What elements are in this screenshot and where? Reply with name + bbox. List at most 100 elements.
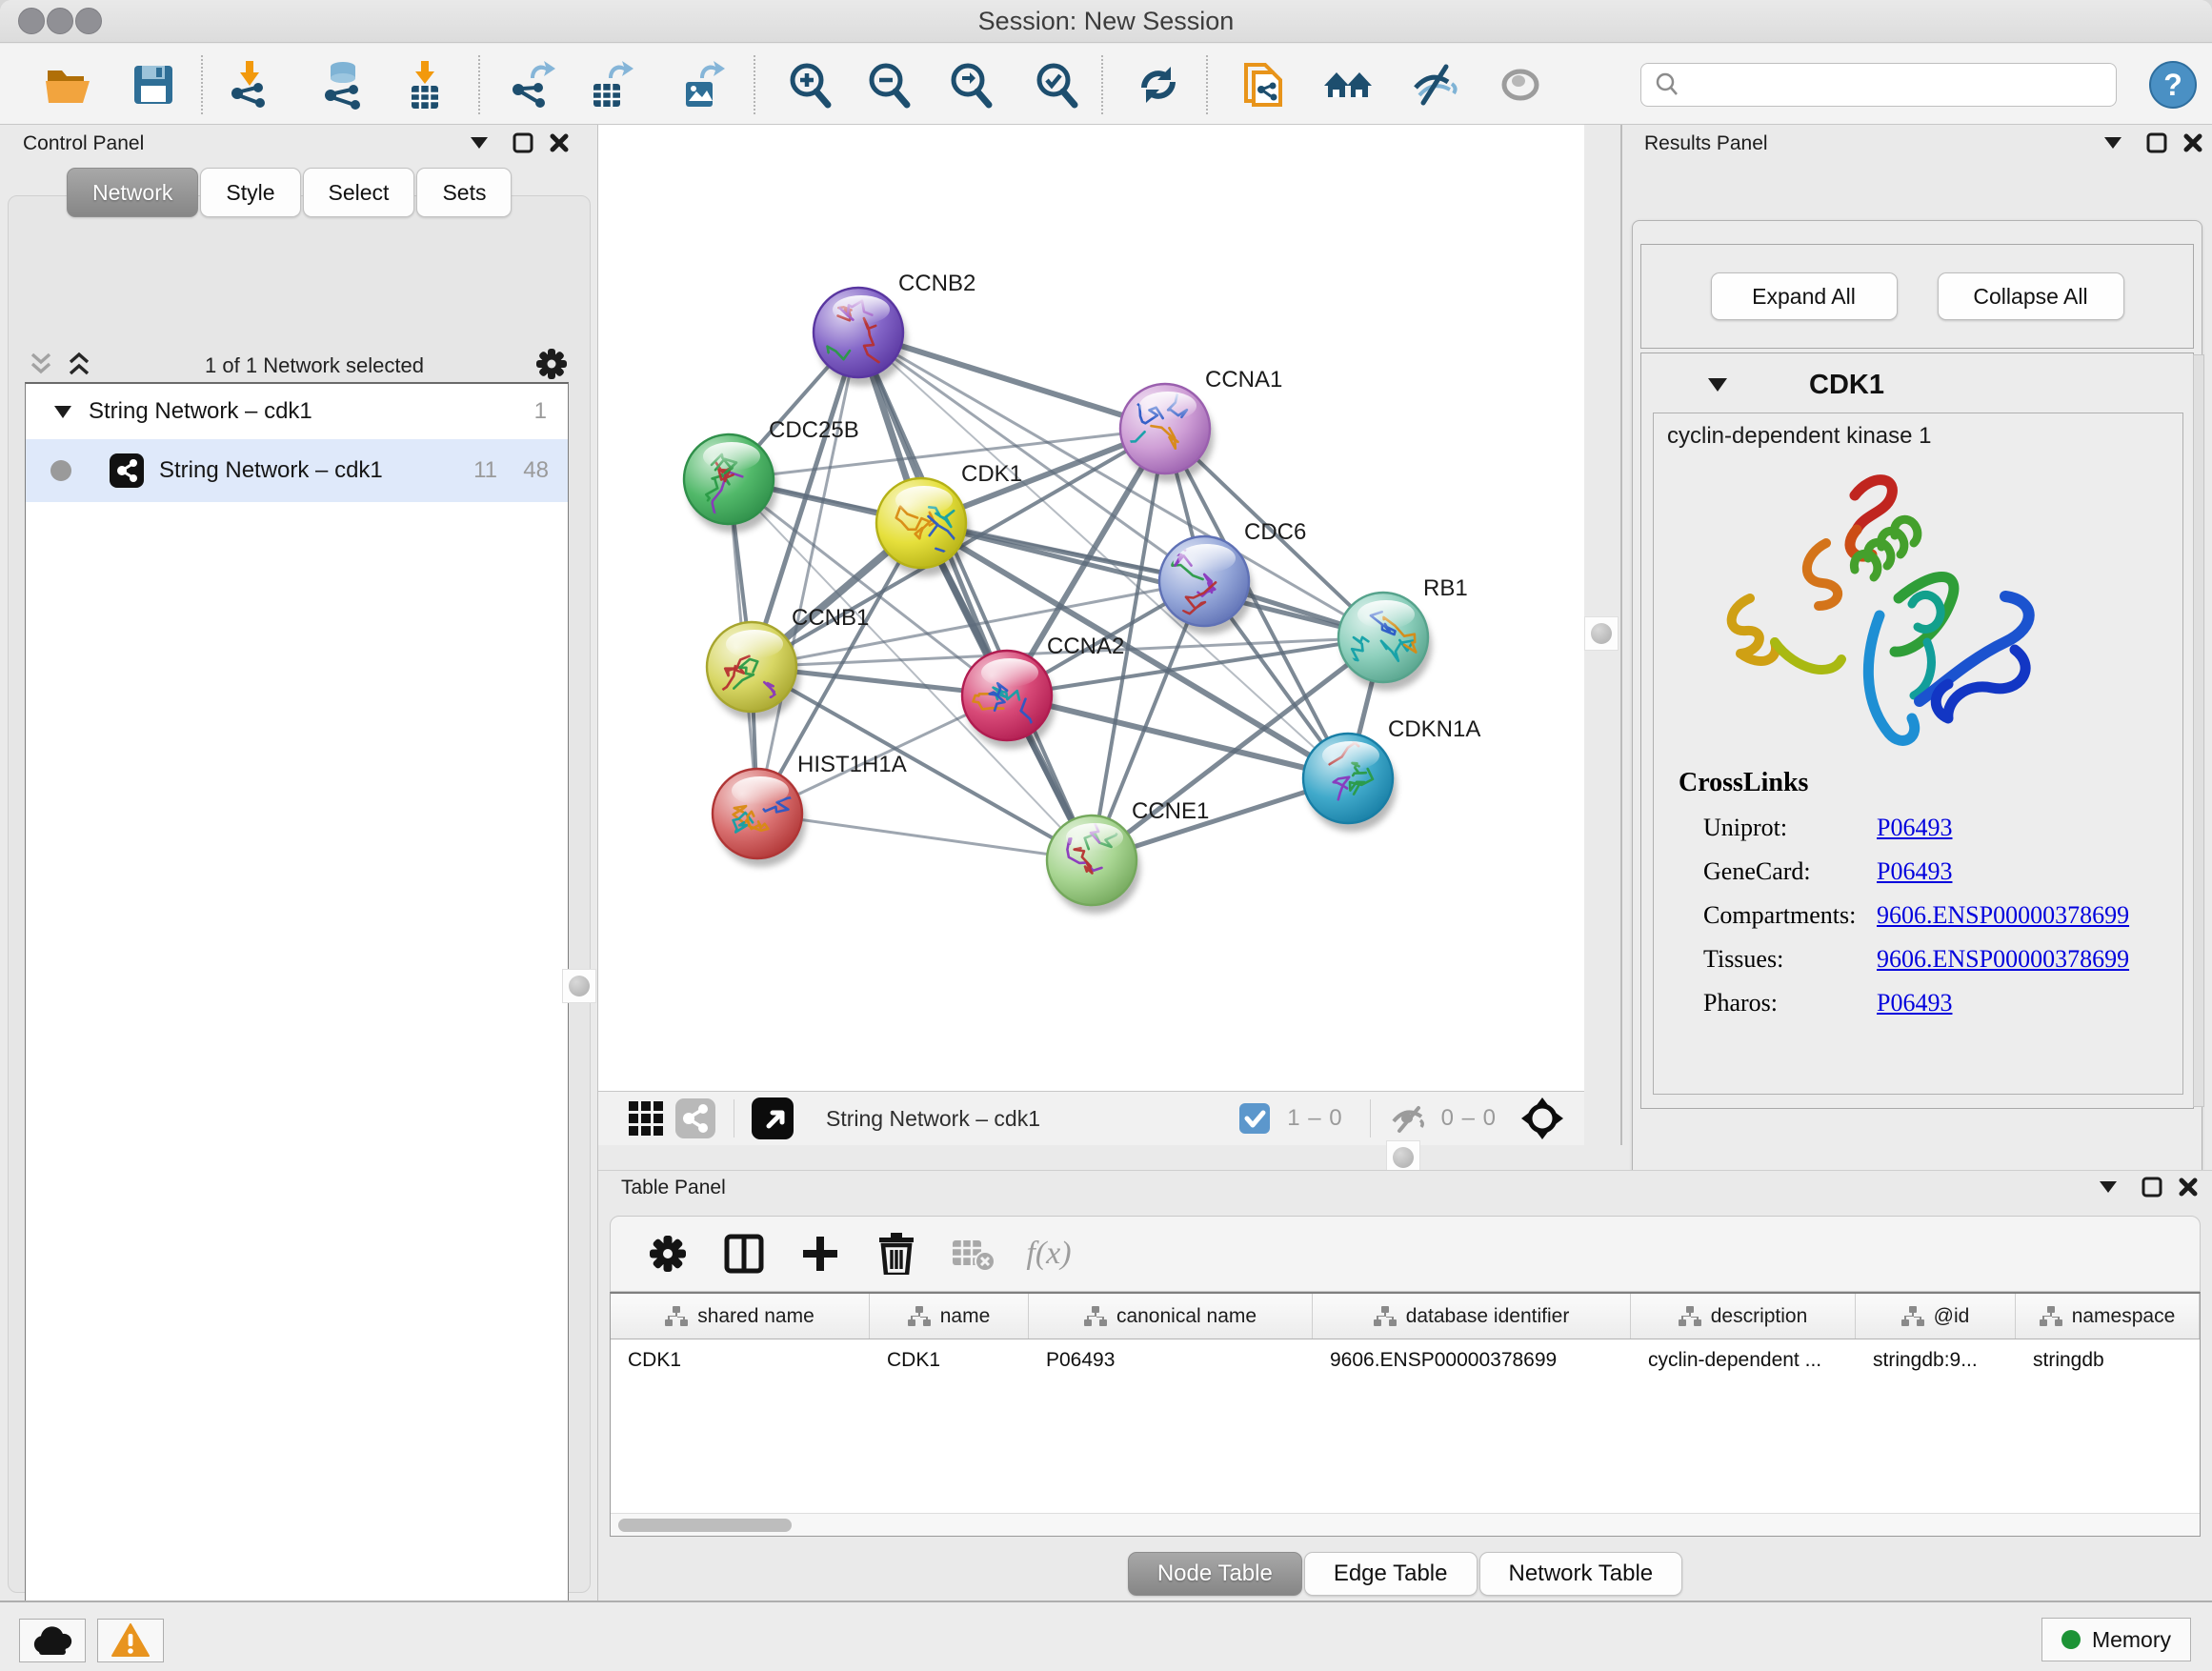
import-network-icon[interactable] xyxy=(222,57,277,112)
column-header-description[interactable]: description xyxy=(1631,1294,1856,1339)
crosslink-link[interactable]: 9606.ENSP00000378699 xyxy=(1877,901,2129,930)
table-cell[interactable]: CDK1 xyxy=(870,1339,1029,1383)
network-edge[interactable] xyxy=(757,332,858,814)
delete-column-trash-icon[interactable] xyxy=(872,1229,921,1278)
grid-view-icon[interactable] xyxy=(621,1094,671,1143)
import-database-icon[interactable] xyxy=(315,57,371,112)
splitter-handle[interactable] xyxy=(1584,616,1619,651)
selected-checkbox-icon[interactable] xyxy=(1230,1094,1279,1143)
delete-table-icon[interactable] xyxy=(948,1229,997,1278)
panel-splitter-handle[interactable] xyxy=(562,969,596,1003)
crosslink-link[interactable]: P06493 xyxy=(1877,814,1952,842)
table-cell[interactable]: P06493 xyxy=(1029,1339,1313,1383)
search-field[interactable] xyxy=(1640,63,2117,107)
table-cell[interactable]: stringdb:9... xyxy=(1856,1339,2016,1383)
results-scrollbar[interactable] xyxy=(2193,354,2204,1107)
tab-sets[interactable]: Sets xyxy=(416,168,512,217)
horizontal-splitter[interactable] xyxy=(598,1145,1584,1170)
refresh-view-icon[interactable] xyxy=(1131,57,1186,112)
crosslink-link[interactable]: P06493 xyxy=(1877,857,1952,886)
column-header--id[interactable]: @id xyxy=(1856,1294,2016,1339)
results-panel-float-icon[interactable] xyxy=(2097,127,2129,159)
crosslink-link[interactable]: 9606.ENSP00000378699 xyxy=(1877,945,2129,974)
zoom-fit-icon[interactable] xyxy=(943,57,998,112)
network-options-gear-icon[interactable] xyxy=(535,348,568,385)
show-panel-icon[interactable] xyxy=(1493,57,1548,112)
network-node-CCNA1[interactable]: CCNA1 xyxy=(1109,367,1283,482)
network-share-icon[interactable] xyxy=(671,1094,720,1143)
gene-collapse-icon[interactable] xyxy=(1708,378,1727,392)
table-panel-maximize-icon[interactable] xyxy=(2136,1171,2168,1203)
hide-panel-icon[interactable] xyxy=(1408,57,1463,112)
control-panel-float-icon[interactable] xyxy=(463,127,495,159)
vertical-splitter[interactable] xyxy=(1584,125,1622,1145)
expand-all-icon[interactable] xyxy=(65,350,93,383)
zoom-selected-icon[interactable] xyxy=(1029,57,1084,112)
add-column-icon[interactable] xyxy=(795,1229,845,1278)
tab-network[interactable]: Network xyxy=(67,168,198,217)
function-builder-icon[interactable]: f(x) xyxy=(1024,1229,1074,1278)
search-input[interactable] xyxy=(1681,72,2101,97)
expand-all-button[interactable]: Expand All xyxy=(1711,272,1898,320)
open-session-icon[interactable] xyxy=(40,57,95,112)
table-settings-gear-icon[interactable] xyxy=(643,1229,693,1278)
network-edge[interactable] xyxy=(757,814,1092,860)
import-table-icon[interactable] xyxy=(397,57,452,112)
control-panel-maximize-icon[interactable] xyxy=(507,127,539,159)
table-row[interactable]: CDK1CDK1P064939606.ENSP00000378699cyclin… xyxy=(611,1339,2200,1383)
column-header-shared-name[interactable]: shared name xyxy=(611,1294,870,1339)
export-network-icon[interactable] xyxy=(504,57,559,112)
table-cell[interactable]: 9606.ENSP00000378699 xyxy=(1313,1339,1631,1383)
tree-expand-icon[interactable] xyxy=(54,406,71,418)
table-horizontal-scrollbar[interactable] xyxy=(611,1513,2200,1536)
crosslink-link[interactable]: P06493 xyxy=(1877,989,1952,1017)
zoom-out-icon[interactable] xyxy=(861,57,916,112)
network-node-HIST1H1A[interactable]: HIST1H1A xyxy=(713,752,907,867)
table-cell[interactable]: CDK1 xyxy=(611,1339,870,1383)
help-icon[interactable]: ? xyxy=(2145,57,2201,112)
tab-style[interactable]: Style xyxy=(200,168,300,217)
export-image-icon[interactable] xyxy=(675,57,731,112)
network-node-CCNB2[interactable]: CCNB2 xyxy=(814,271,975,386)
scrollbar-thumb[interactable] xyxy=(618,1519,792,1532)
column-header-canonical-name[interactable]: canonical name xyxy=(1029,1294,1313,1339)
zoom-in-icon[interactable] xyxy=(782,57,837,112)
export-table-icon[interactable] xyxy=(582,57,637,112)
warnings-button[interactable] xyxy=(97,1619,164,1662)
birdseye-crosshair-icon[interactable] xyxy=(1518,1094,1567,1143)
results-panel-body: String Expand All Collapse All CDK1 cycl… xyxy=(1632,220,2202,1262)
results-panel-maximize-icon[interactable] xyxy=(2141,127,2173,159)
tab-edge-table[interactable]: Edge Table xyxy=(1304,1552,1478,1596)
table-cell[interactable]: cyclin-dependent ... xyxy=(1631,1339,1856,1383)
table-cell[interactable]: stringdb xyxy=(2016,1339,2200,1383)
cloud-button[interactable] xyxy=(19,1619,86,1662)
home-icon[interactable] xyxy=(1320,57,1376,112)
table-panel-close-icon[interactable] xyxy=(2172,1171,2204,1203)
control-panel-close-icon[interactable] xyxy=(543,127,575,159)
network-canvas[interactable]: CCNB2CCNA1CDC25BCDK1CDC6RB1CCNB1CCNA2CDK… xyxy=(598,125,1584,1091)
tab-network-table[interactable]: Network Table xyxy=(1479,1552,1683,1596)
hidden-eye-slash-icon[interactable] xyxy=(1384,1094,1434,1143)
tab-node-table[interactable]: Node Table xyxy=(1128,1552,1302,1596)
tab-select[interactable]: Select xyxy=(303,168,415,217)
network-label: String Network – cdk1 xyxy=(159,457,383,484)
network-node-RB1[interactable]: RB1 xyxy=(1338,575,1468,691)
open-in-window-icon[interactable] xyxy=(748,1094,797,1143)
network-node-CDKN1A[interactable]: CDKN1A xyxy=(1303,716,1480,832)
network-node-CDK1[interactable]: CDK1 xyxy=(876,461,1022,576)
clone-network-icon[interactable] xyxy=(1237,57,1292,112)
network-row-selected[interactable]: String Network – cdk1 11 48 xyxy=(26,439,568,502)
network-node-CDC25B[interactable]: CDC25B xyxy=(684,417,859,533)
collapse-all-button[interactable]: Collapse All xyxy=(1938,272,2124,320)
memory-button[interactable]: Memory xyxy=(2041,1618,2191,1661)
network-collection-row[interactable]: String Network – cdk1 1 xyxy=(26,384,568,439)
table-panel-float-icon[interactable] xyxy=(2092,1171,2124,1203)
column-header-namespace[interactable]: namespace xyxy=(2016,1294,2200,1339)
show-columns-icon[interactable] xyxy=(719,1229,769,1278)
column-header-database-identifier[interactable]: database identifier xyxy=(1313,1294,1631,1339)
collapse-all-icon[interactable] xyxy=(27,350,55,383)
network-edge[interactable] xyxy=(858,332,1092,860)
save-session-icon[interactable] xyxy=(126,57,181,112)
column-header-name[interactable]: name xyxy=(870,1294,1029,1339)
results-panel-close-icon[interactable] xyxy=(2177,127,2209,159)
